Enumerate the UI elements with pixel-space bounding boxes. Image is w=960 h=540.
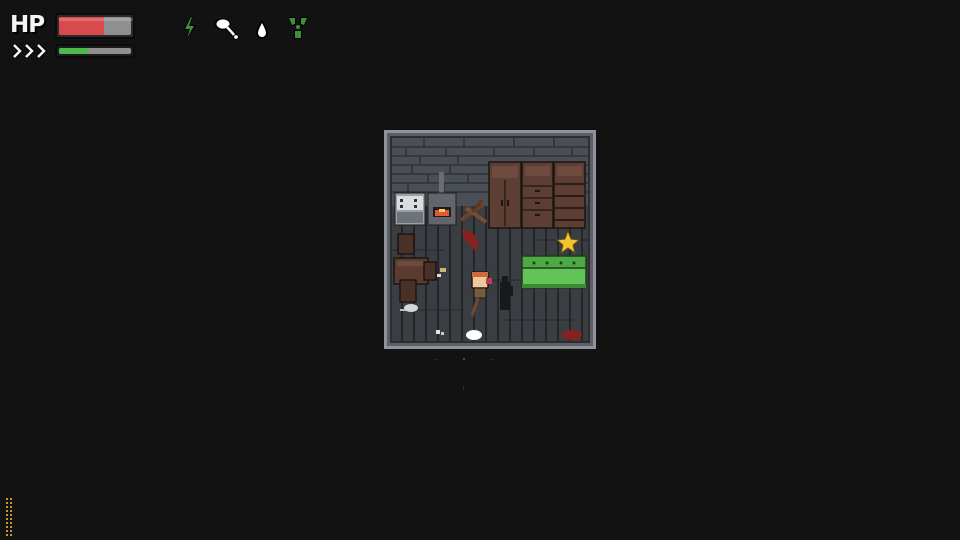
hp-label: HP (10, 12, 45, 38)
stamina-bar-track (59, 48, 131, 54)
dresser (521, 161, 554, 229)
drumstick-food-icon (215, 18, 239, 40)
green-couch (521, 255, 587, 289)
stamina-bar (55, 44, 135, 58)
stove (394, 192, 426, 226)
lightning-bolt-icon (183, 16, 196, 40)
chevrons-right-icon (12, 43, 48, 59)
ammo-indicator (6, 498, 12, 536)
water-drop-icon (256, 20, 268, 39)
cabin-room (384, 130, 596, 349)
radiation-icon (288, 17, 308, 39)
hp-bar (55, 13, 135, 39)
stamina-bar-fill (59, 48, 88, 54)
footprint-marks (434, 358, 495, 390)
bookshelf (553, 161, 586, 229)
wardrobe (488, 161, 522, 229)
game-screen: HP (0, 0, 960, 540)
hp-bar-shine (59, 18, 133, 21)
floor-light (466, 330, 482, 340)
